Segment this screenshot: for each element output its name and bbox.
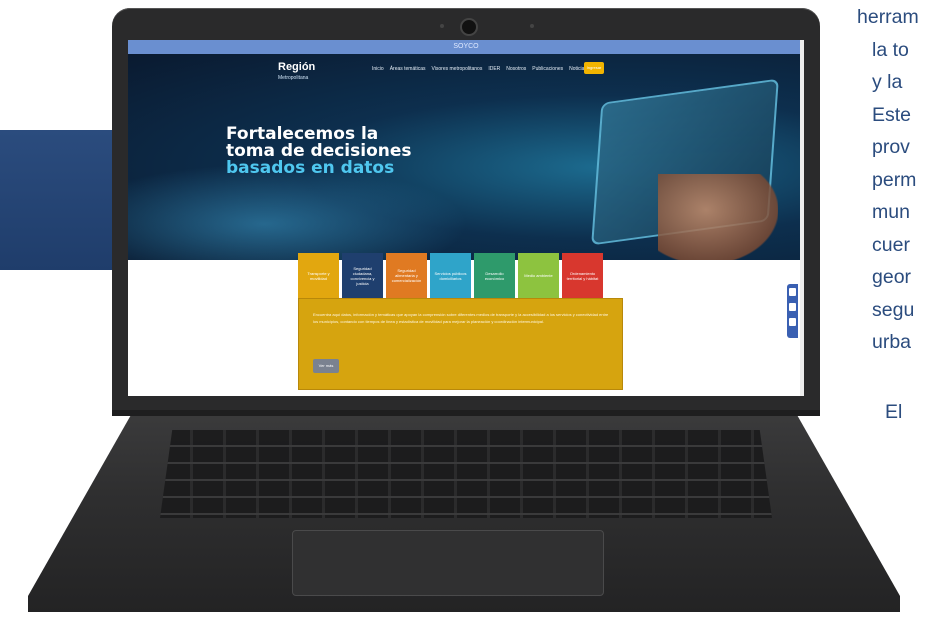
blue-accent-block [0,130,126,270]
nav-item[interactable]: Nosotros [506,66,526,72]
tab-seguridad-ciudadana[interactable]: Seguridad ciudadana, convivencia y justi… [342,253,383,298]
headline-line-3: basados en datos [226,158,395,178]
nav-item[interactable]: Publicaciones [532,66,563,72]
nav-item[interactable]: Inicio [372,66,384,72]
theme-panel: Encuentra aquí datos, información y temá… [298,298,623,390]
text-line: geor [872,266,912,288]
hero-headline: Fortalecemos la toma de decisiones basad… [226,126,412,177]
share-icon[interactable] [789,288,796,296]
text-line: cuer [872,234,910,256]
text-line: herram [857,6,919,28]
nav-item[interactable]: Áreas temáticas [390,66,426,72]
tab-ordenamiento[interactable]: Ordenamiento territorial y hábitat [562,253,603,298]
chat-icon[interactable] [789,318,796,326]
text-line: mun [872,201,910,223]
site-nav: Región Metropolitana Inicio Áreas temáti… [128,60,804,90]
text-line: prov [872,136,910,158]
panel-description: Encuentra aquí datos, información y temá… [313,312,609,324]
text-line: y la [872,71,903,93]
text-line: la to [872,39,909,61]
ver-mas-button[interactable]: Ver más [313,359,339,373]
top-strip: SOYCO [128,40,804,54]
text-line: perm [872,169,917,191]
text-line: segu [872,299,915,321]
scrollbar[interactable] [800,40,804,396]
tab-transporte[interactable]: Transporte y movilidad [298,253,339,298]
logo-title: Región [278,61,316,73]
logo-subtitle: Metropolitana [278,75,309,81]
data-glow [128,164,468,260]
webcam-icon [460,18,478,36]
hinge [112,410,820,416]
nav-item[interactable]: IDER [488,66,500,72]
sensor-dot [530,24,534,28]
keyboard-rows [160,430,772,518]
tab-medio-ambiente[interactable]: Medio ambiente [518,253,559,298]
touchpad [292,530,604,596]
theme-tabs: Transporte y movilidad Seguridad ciudada… [298,253,606,298]
nav-links: Inicio Áreas temáticas Visores metropoli… [372,66,587,72]
text-line: urba [872,331,912,353]
text-line: Este [872,104,912,126]
text-line: El [885,401,903,423]
tab-desarrollo-economico[interactable]: Desarrollo económico [474,253,515,298]
laptop-screen: SOYCO Región Metropolitana Inicio Áreas … [128,40,804,396]
document-icon[interactable] [789,303,796,311]
tab-servicios-publicos[interactable]: Servicios públicos domiciliarios [430,253,471,298]
hand-graphic [658,174,778,260]
sensor-dot [440,24,444,28]
nav-item[interactable]: Visores metropolitanos [432,66,483,72]
hero-banner: Región Metropolitana Inicio Áreas temáti… [128,54,804,260]
tab-seguridad-alimentaria[interactable]: Seguridad alimentaria y comercialización [386,253,427,298]
site-logo[interactable]: Región Metropolitana [278,62,315,84]
side-toolbar [787,284,798,338]
login-button[interactable]: Ingresar [584,62,604,74]
